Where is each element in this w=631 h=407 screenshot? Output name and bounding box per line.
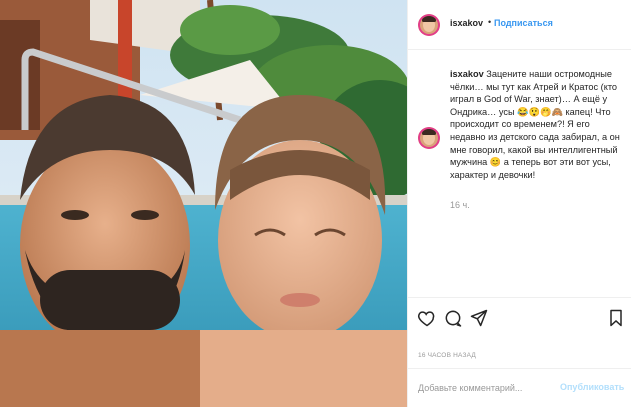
separator-dot: • [488,17,492,27]
post-caption: isxakov Зацените наши остромодные чёлки…… [450,68,626,181]
caption-text: Зацените наши остромодные чёлки… мы тут … [450,69,620,180]
action-bar [408,297,631,337]
comment-icon[interactable] [443,308,463,328]
publish-button[interactable]: Опубликовать [560,382,624,392]
comment-bar: Опубликовать [408,368,631,407]
post-timestamp[interactable]: 16 ЧАСОВ НАЗАД [418,352,476,359]
username-link[interactable]: isxakov [450,18,483,28]
follow-button[interactable]: Подписаться [494,18,553,28]
comment-input[interactable] [418,381,558,395]
caption-username-link[interactable]: isxakov [450,69,484,79]
post-photo[interactable] [0,0,407,407]
post-header: isxakov • Подписаться [408,0,631,50]
caption-avatar[interactable] [418,127,440,149]
heart-icon[interactable] [417,308,437,328]
avatar[interactable] [418,14,440,36]
selfie-image [0,0,407,407]
post-side-panel: isxakov • Подписаться isxakov Зацените н… [407,0,631,407]
caption-timestamp[interactable]: 16 ч. [450,200,470,210]
story-ring [418,127,440,149]
share-icon[interactable] [469,308,489,328]
bookmark-icon[interactable] [606,308,626,328]
instagram-post: isxakov • Подписаться isxakov Зацените н… [0,0,631,407]
story-ring [418,14,440,36]
